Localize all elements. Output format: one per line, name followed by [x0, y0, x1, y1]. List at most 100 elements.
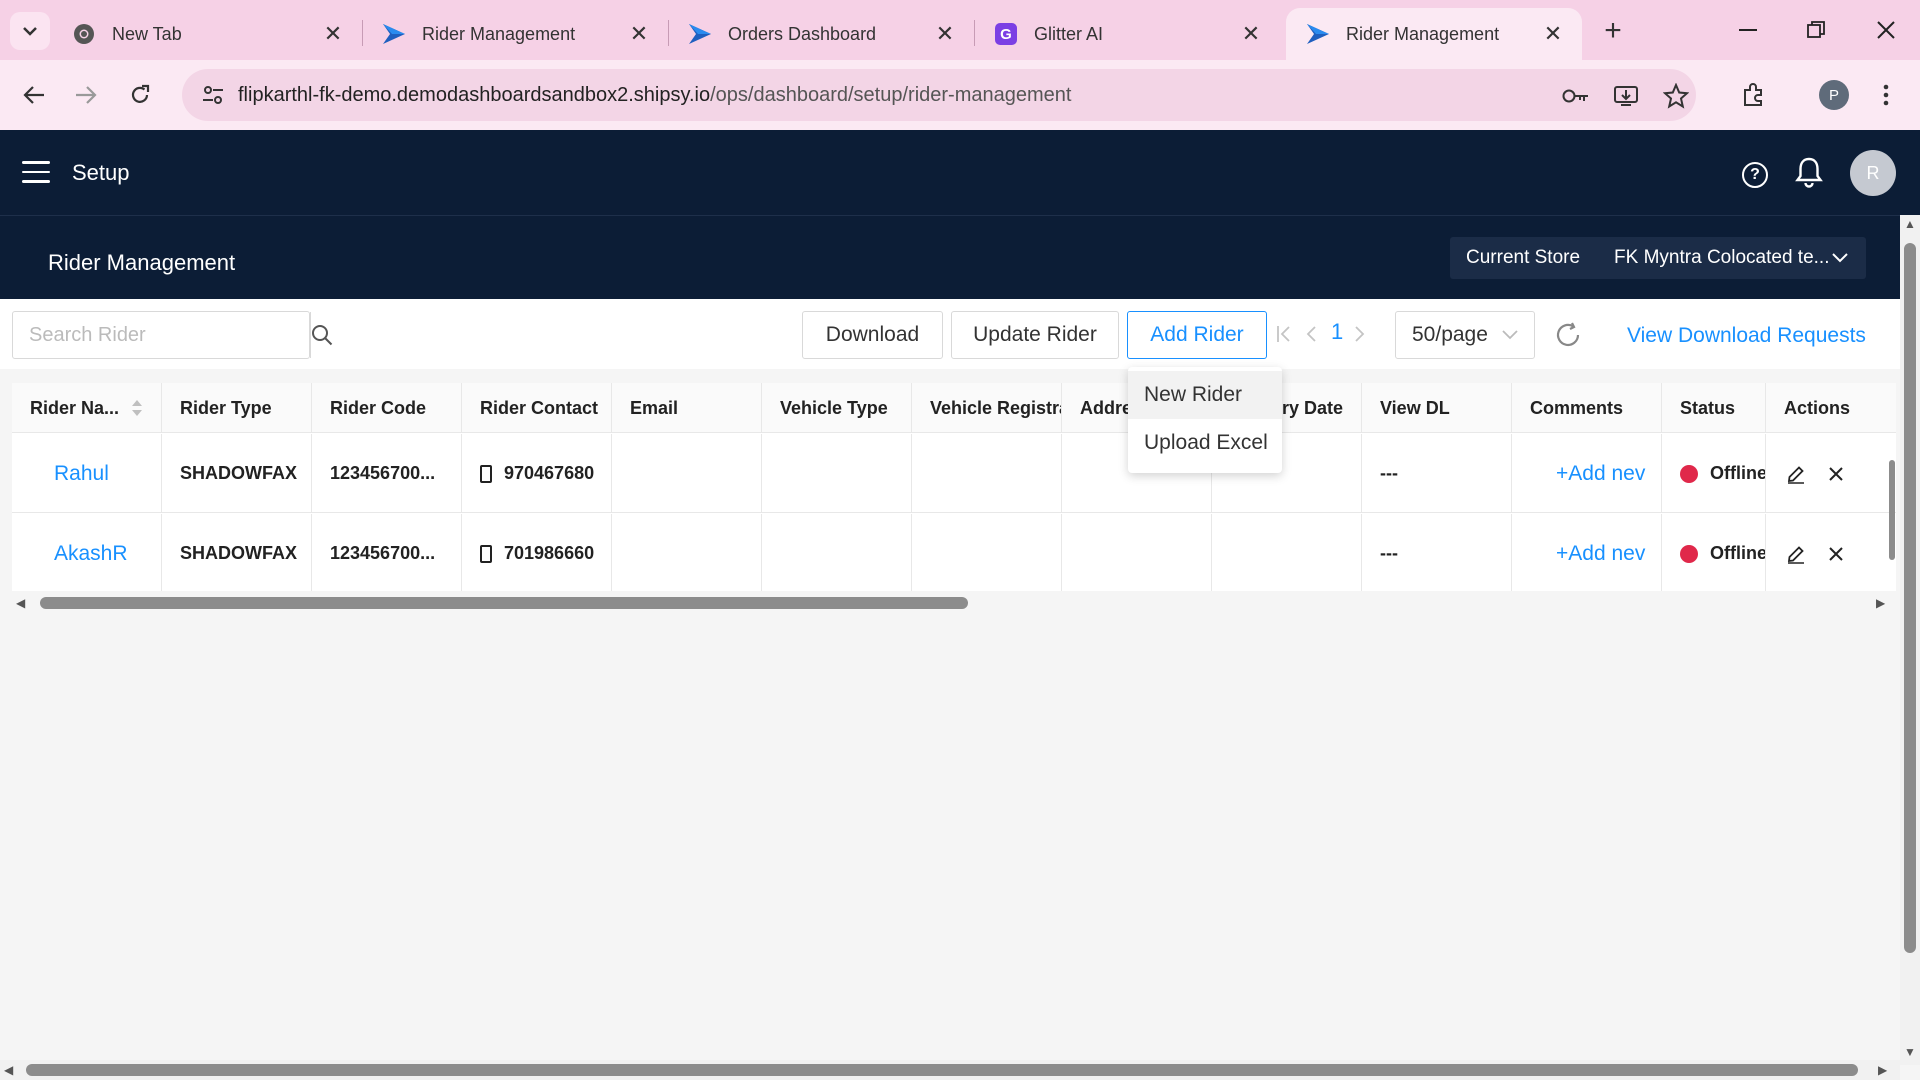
notification-bell-icon[interactable]: [1794, 156, 1826, 190]
rider-contact: 970467680: [462, 434, 612, 513]
scrollbar-thumb[interactable]: [26, 1064, 1858, 1076]
view-dl: ---: [1362, 434, 1512, 513]
new-tab-button[interactable]: +: [1596, 14, 1630, 48]
current-page: 1: [1331, 319, 1344, 344]
next-page-icon[interactable]: [1354, 323, 1366, 349]
rider-type: SHADOWFAX: [162, 514, 312, 591]
column-header-rider-code: Rider Code: [312, 383, 462, 433]
user-avatar[interactable]: R: [1850, 150, 1896, 196]
rider-name-link[interactable]: Rahul: [12, 434, 162, 513]
password-key-icon[interactable]: [1562, 82, 1590, 110]
add-comment-link[interactable]: +Add nev: [1530, 462, 1645, 486]
tab-new-tab[interactable]: New Tab ✕: [52, 8, 362, 60]
status-dot: [1680, 464, 1698, 483]
column-header-vehicle-registration: Vehicle Registrat: [912, 383, 1062, 433]
tab-rider-management[interactable]: Rider Management ✕: [362, 8, 668, 60]
edit-icon[interactable]: [1786, 464, 1806, 484]
edit-icon[interactable]: [1786, 544, 1806, 564]
tab-label: Rider Management: [422, 23, 576, 44]
scrollbar-thumb[interactable]: [1889, 460, 1895, 560]
scroll-right-arrow-icon[interactable]: ▶: [1878, 1063, 1887, 1077]
bookmark-star-icon[interactable]: [1662, 82, 1690, 110]
close-tab-icon[interactable]: ✕: [628, 21, 650, 46]
column-header-comments: Comments: [1512, 383, 1662, 433]
view-download-requests-link[interactable]: View Download Requests: [1627, 324, 1866, 348]
app-title: Setup: [72, 160, 130, 185]
current-store-select[interactable]: Current Store FK Myntra Colocated te...: [1450, 237, 1866, 279]
reload-icon: [131, 84, 150, 103]
column-header-status: Status: [1662, 383, 1766, 433]
close-tab-icon[interactable]: ✕: [322, 21, 344, 46]
install-app-icon[interactable]: [1612, 82, 1640, 110]
column-header-rider-name[interactable]: Rider Na...: [12, 383, 162, 433]
add-comment-link[interactable]: +Add nev: [1530, 542, 1645, 566]
rider-email: [612, 514, 762, 591]
forward-button[interactable]: [68, 77, 104, 113]
scroll-right-arrow-icon[interactable]: ▶: [1876, 596, 1885, 610]
scroll-up-arrow-icon[interactable]: ▲: [1904, 217, 1916, 231]
close-tab-icon[interactable]: ✕: [1240, 21, 1262, 46]
shipsy-icon: [688, 22, 712, 46]
actions-cell: [1766, 434, 1896, 513]
profile-avatar[interactable]: P: [1819, 80, 1849, 110]
chevron-down-icon: [23, 27, 37, 36]
browser-toolbar: flipkarthl-fk-demo.demodashboardsandbox2…: [0, 60, 1920, 130]
sort-icon[interactable]: [131, 399, 143, 417]
extensions-icon[interactable]: [1736, 77, 1772, 113]
prev-page-icon[interactable]: [1305, 323, 1317, 349]
table-toolbar: Download Update Rider Add Rider 1 50/pag…: [0, 299, 1900, 369]
url-path: /ops/dashboard/setup/rider-management: [710, 83, 1072, 106]
close-tab-icon[interactable]: ✕: [1542, 21, 1564, 46]
search-input[interactable]: [13, 312, 310, 358]
restore-button[interactable]: [1786, 10, 1846, 50]
tab-rider-management-active[interactable]: Rider Management ✕: [1286, 8, 1582, 60]
scroll-left-arrow-icon[interactable]: ◀: [16, 596, 25, 610]
menu-item-upload-excel[interactable]: Upload Excel: [1128, 419, 1282, 467]
help-icon[interactable]: ?: [1742, 162, 1768, 188]
rider-name-link[interactable]: AkashR: [12, 514, 162, 591]
column-label: Rider Na...: [30, 397, 120, 418]
scrollbar-thumb[interactable]: [40, 597, 968, 609]
svg-text:G: G: [1000, 26, 1012, 43]
tab-label: Orders Dashboard: [728, 23, 877, 44]
back-button[interactable]: [16, 77, 52, 113]
search-button[interactable]: [310, 312, 333, 358]
hamburger-menu-icon[interactable]: [22, 161, 50, 183]
delete-x-icon[interactable]: [1828, 466, 1844, 482]
address-bar[interactable]: flipkarthl-fk-demo.demodashboardsandbox2…: [182, 69, 1696, 121]
page-horizontal-scrollbar[interactable]: ◀ ▶: [0, 1060, 1900, 1080]
delete-x-icon[interactable]: [1828, 546, 1844, 562]
scroll-down-arrow-icon[interactable]: ▼: [1904, 1045, 1916, 1059]
add-rider-button[interactable]: Add Rider: [1127, 311, 1267, 359]
refresh-icon[interactable]: [1554, 321, 1584, 351]
scroll-left-arrow-icon[interactable]: ◀: [4, 1063, 13, 1077]
table-header: Rider Na... Rider Type Rider Code Rider …: [12, 383, 1896, 433]
tab-orders-dashboard[interactable]: Orders Dashboard ✕: [668, 8, 974, 60]
status-text: Offline: [1710, 543, 1766, 563]
phone-icon: [480, 464, 492, 483]
tab-glitter-ai[interactable]: G Glitter AI ✕: [974, 8, 1280, 60]
menu-item-new-rider[interactable]: New Rider: [1128, 371, 1282, 419]
address: [1062, 514, 1212, 591]
comments-cell: +Add nev: [1512, 514, 1662, 591]
rider-email: [612, 434, 762, 513]
close-tab-icon[interactable]: ✕: [934, 21, 956, 46]
tab-search-button[interactable]: [10, 12, 50, 50]
minimize-button[interactable]: [1718, 10, 1778, 50]
first-page-icon[interactable]: [1276, 323, 1292, 349]
scrollbar-thumb[interactable]: [1904, 243, 1916, 953]
page-vertical-scrollbar[interactable]: ▲ ▼: [1900, 215, 1920, 1065]
table-horizontal-scrollbar[interactable]: ◀ ▶: [12, 593, 1896, 613]
search-rider: [12, 311, 333, 359]
close-window-button[interactable]: [1856, 10, 1916, 50]
update-rider-button[interactable]: Update Rider: [951, 311, 1119, 359]
vehicle-registration: [912, 434, 1062, 513]
table-vertical-scrollbar[interactable]: [1888, 440, 1896, 590]
site-settings-icon[interactable]: [188, 70, 238, 120]
more-menu-icon[interactable]: [1868, 77, 1904, 113]
reload-button[interactable]: [122, 77, 158, 113]
download-button[interactable]: Download: [802, 311, 943, 359]
page-size-select[interactable]: 50/page: [1395, 311, 1535, 359]
comments-cell: +Add nev: [1512, 434, 1662, 513]
tab-label: Rider Management: [1346, 23, 1500, 44]
